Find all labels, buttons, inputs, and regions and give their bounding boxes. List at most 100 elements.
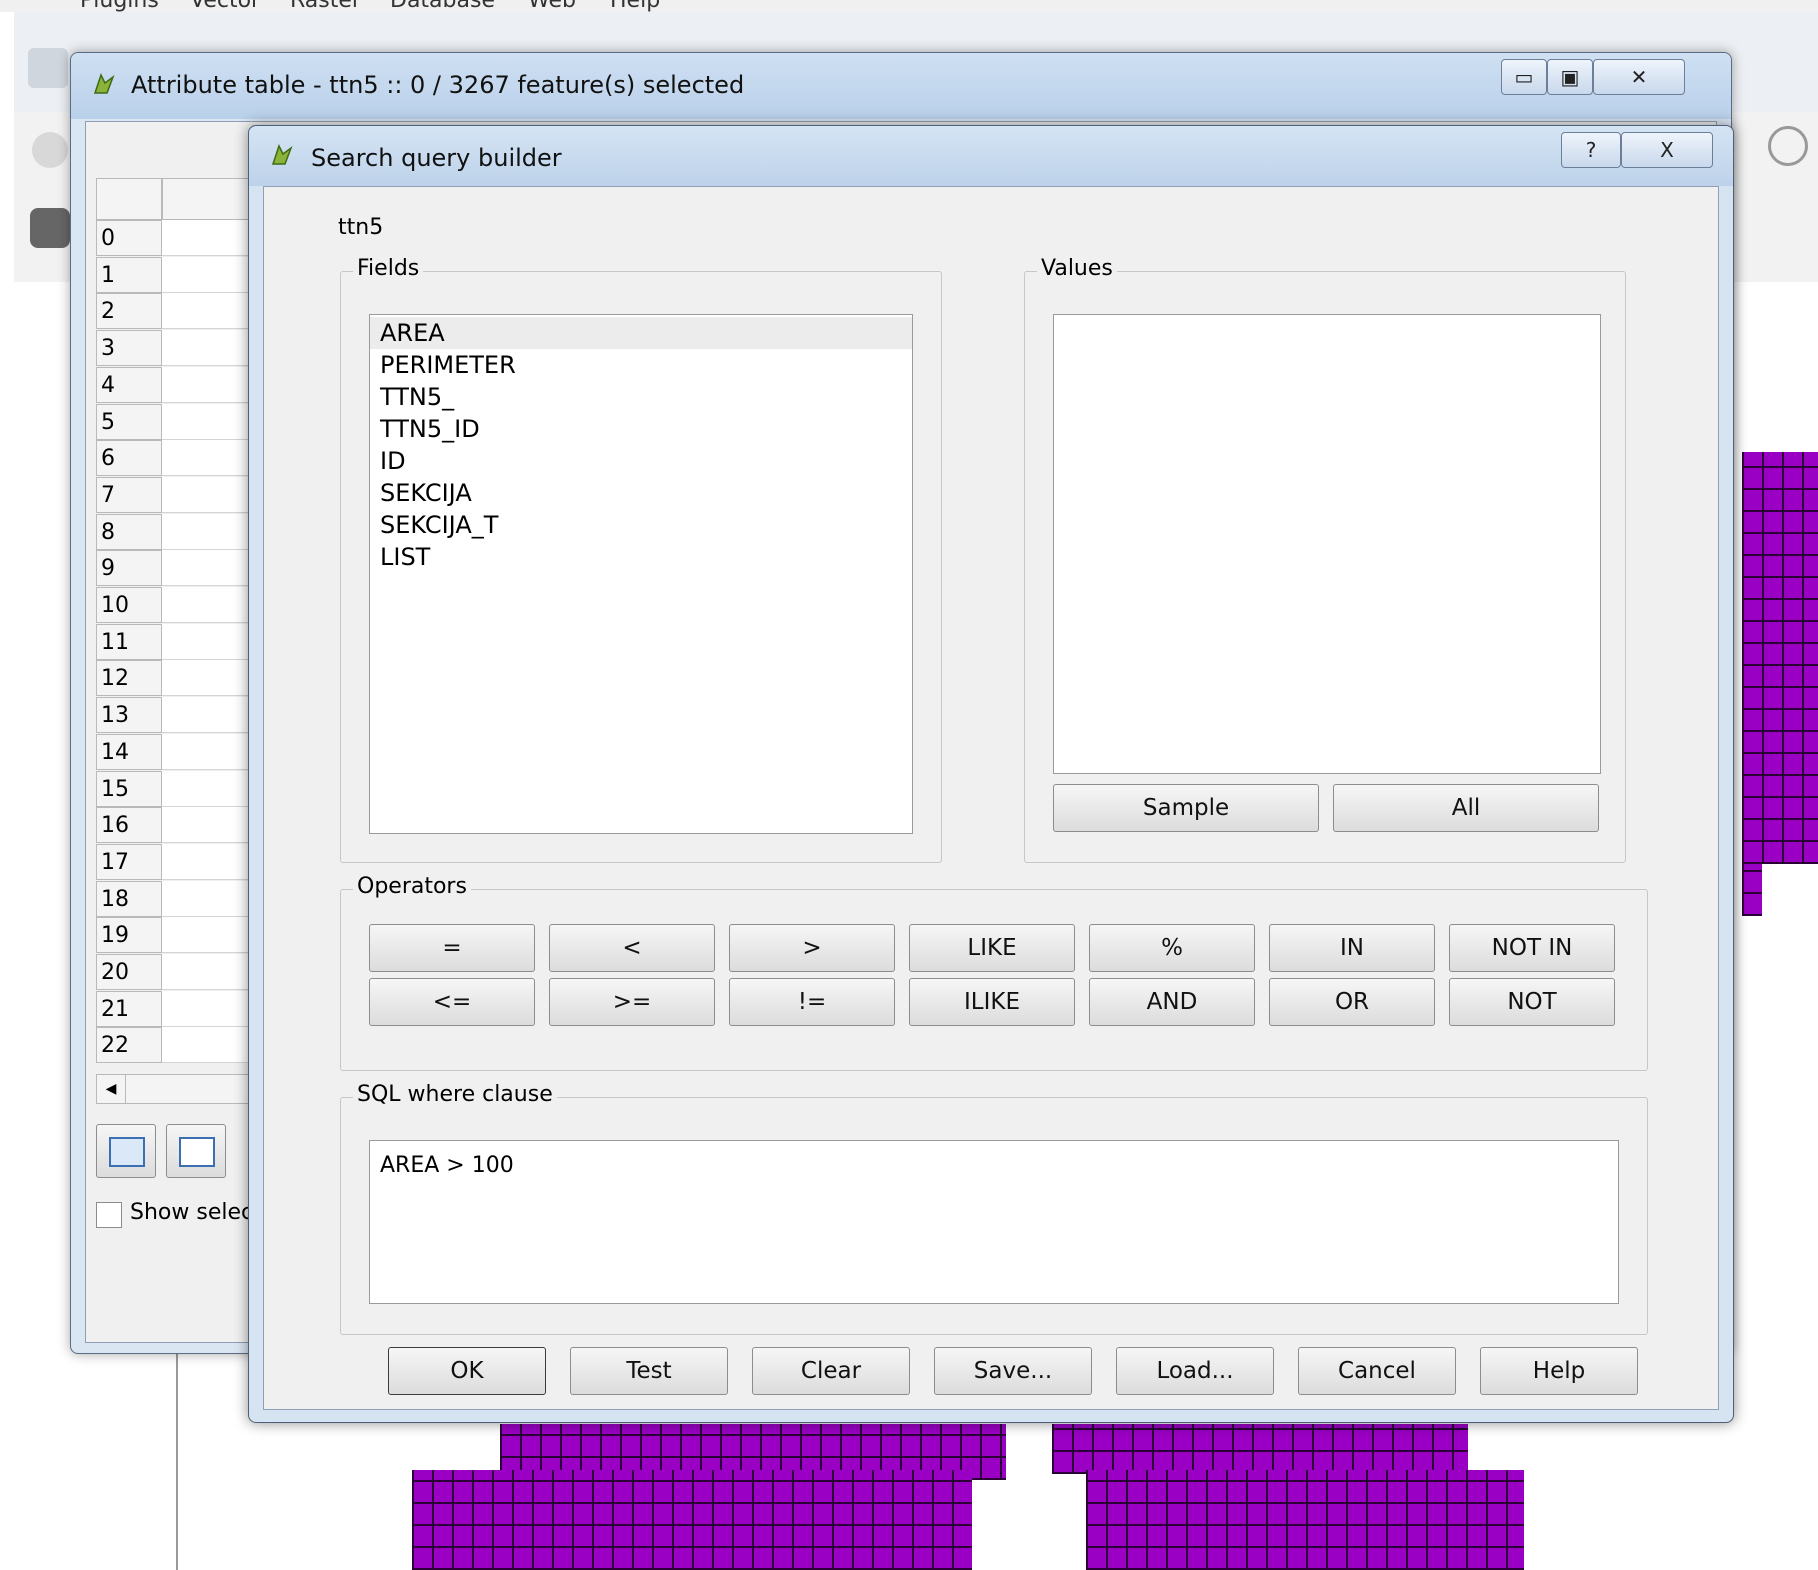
attribute-table-titlebar[interactable]: Attribute table - ttn5 :: 0 / 3267 featu…: [71, 53, 1731, 119]
operator-button[interactable]: >=: [549, 978, 715, 1026]
menu-web[interactable]: Web: [528, 0, 576, 12]
map-feature-grid: [1742, 452, 1818, 864]
field-item[interactable]: TTN5_ID: [370, 413, 912, 445]
qgis-icon: [271, 144, 293, 165]
row-header[interactable]: 1: [96, 256, 162, 293]
show-selected-label: Show select: [130, 1200, 262, 1225]
row-header[interactable]: 12: [96, 660, 162, 697]
operators-group: Operators = < > LIKE% IN NOT IN <= >= != ILIKE AN…: [340, 874, 1648, 1071]
minimize-button[interactable]: ▭: [1501, 59, 1547, 95]
field-item[interactable]: AREA: [370, 317, 912, 349]
menu-help[interactable]: Help: [610, 0, 660, 12]
row-header[interactable]: 8: [96, 513, 162, 550]
query-builder-titlebar[interactable]: Search query builder ? X: [249, 126, 1733, 186]
attribute-table-title: Attribute table - ttn5 :: 0 / 3267 featu…: [131, 71, 745, 99]
help-icon[interactable]: ?: [1561, 132, 1621, 168]
sample-button[interactable]: Sample: [1053, 784, 1319, 832]
operator-button[interactable]: IN: [1269, 924, 1435, 972]
field-item[interactable]: SEKCIJA: [370, 477, 912, 509]
row-header[interactable]: 19: [96, 917, 162, 954]
close-button[interactable]: X: [1621, 132, 1713, 168]
qgis-icon: [93, 73, 115, 94]
identify-icon[interactable]: [32, 132, 68, 168]
row-header[interactable]: 0: [96, 220, 162, 256]
operator-button[interactable]: AND: [1089, 978, 1255, 1026]
row-header[interactable]: 16: [96, 807, 162, 844]
query-builder-body: ttn5 Fields AREA PERIMETER TTN5_ TTN5_ID ID S…: [263, 186, 1719, 1410]
row-header[interactable]: 20: [96, 954, 162, 990]
maximize-button[interactable]: ▣: [1547, 59, 1593, 95]
operator-button[interactable]: <=: [369, 978, 535, 1026]
zoom-icon[interactable]: [1768, 126, 1808, 166]
operator-button[interactable]: LIKE: [909, 924, 1075, 972]
print-icon[interactable]: [28, 48, 68, 88]
row-header[interactable]: 9: [96, 550, 162, 587]
operator-button[interactable]: =: [369, 924, 535, 972]
test-button[interactable]: Test: [570, 1347, 728, 1395]
row-header[interactable]: 22: [96, 1027, 162, 1064]
operator-button[interactable]: OR: [1269, 978, 1435, 1026]
table-view-icon[interactable]: [96, 1124, 156, 1178]
row-header[interactable]: 2: [96, 293, 162, 330]
row-header[interactable]: 15: [96, 770, 162, 807]
values-group: Values Sample All: [1024, 256, 1626, 863]
sql-clause-group-label: SQL where clause: [353, 1082, 557, 1107]
search-query-builder-dialog: Search query builder ? X ttn5 Fields ARE…: [248, 125, 1734, 1423]
scroll-left-icon[interactable]: ◀: [97, 1075, 126, 1103]
row-header[interactable]: 14: [96, 733, 162, 770]
operator-button[interactable]: NOT: [1449, 978, 1615, 1026]
map-feature-grid: [412, 1470, 972, 1570]
ok-button[interactable]: OK: [388, 1347, 546, 1395]
field-item[interactable]: ID: [370, 445, 912, 477]
row-header[interactable]: 17: [96, 843, 162, 880]
all-button[interactable]: All: [1333, 784, 1599, 832]
main-menubar: Plugins Vector Raster Database Web Help: [0, 0, 1818, 12]
sql-clause-group: SQL where clause AREA > 100: [340, 1082, 1648, 1335]
row-header[interactable]: 4: [96, 366, 162, 403]
map-feature-grid: [1086, 1470, 1524, 1570]
save-button[interactable]: Save...: [934, 1347, 1092, 1395]
row-header[interactable]: 7: [96, 476, 162, 513]
show-selected-checkbox[interactable]: [96, 1202, 122, 1228]
map-feature-grid: [1052, 1424, 1468, 1474]
field-item[interactable]: SEKCIJA_T: [370, 509, 912, 541]
load-button[interactable]: Load...: [1116, 1347, 1274, 1395]
help-button[interactable]: Help: [1480, 1347, 1638, 1395]
menu-database[interactable]: Database: [390, 0, 495, 12]
table-corner[interactable]: [96, 178, 162, 220]
fields-group: Fields AREA PERIMETER TTN5_ TTN5_ID ID SEKCIJ…: [340, 256, 942, 863]
values-group-label: Values: [1037, 256, 1117, 281]
field-item[interactable]: LIST: [370, 541, 912, 573]
row-header[interactable]: 5: [96, 403, 162, 440]
field-item[interactable]: TTN5_: [370, 381, 912, 413]
operator-button[interactable]: >: [729, 924, 895, 972]
values-list[interactable]: [1053, 314, 1601, 774]
fields-list[interactable]: AREA PERIMETER TTN5_ TTN5_ID ID SEKCIJA SEKCIJ…: [369, 314, 913, 834]
row-header[interactable]: 21: [96, 990, 162, 1027]
row-header[interactable]: 10: [96, 587, 162, 623]
row-header[interactable]: 6: [96, 440, 162, 477]
operator-button[interactable]: ILIKE: [909, 978, 1075, 1026]
close-button[interactable]: ✕: [1593, 59, 1685, 95]
menu-raster[interactable]: Raster: [290, 0, 361, 12]
operator-button[interactable]: NOT IN: [1449, 924, 1615, 972]
map-feature-grid: [1742, 864, 1762, 916]
row-header[interactable]: 13: [96, 697, 162, 734]
menu-plugins[interactable]: Plugins: [80, 0, 159, 12]
operator-button[interactable]: !=: [729, 978, 895, 1026]
row-header[interactable]: 18: [96, 880, 162, 917]
form-view-icon[interactable]: [166, 1124, 226, 1178]
layer-name-label: ttn5: [338, 215, 384, 240]
row-header[interactable]: 11: [96, 623, 162, 660]
row-header[interactable]: 3: [96, 330, 162, 367]
operator-button[interactable]: %: [1089, 924, 1255, 972]
field-item[interactable]: PERIMETER: [370, 349, 912, 381]
plugin-icon[interactable]: [30, 208, 70, 248]
operator-button[interactable]: <: [549, 924, 715, 972]
query-builder-title: Search query builder: [311, 144, 562, 172]
menu-vector[interactable]: Vector: [190, 0, 260, 12]
clear-button[interactable]: Clear: [752, 1347, 910, 1395]
sql-where-clause-input[interactable]: AREA > 100: [369, 1140, 1619, 1304]
cancel-button[interactable]: Cancel: [1298, 1347, 1456, 1395]
operators-group-label: Operators: [353, 874, 471, 899]
